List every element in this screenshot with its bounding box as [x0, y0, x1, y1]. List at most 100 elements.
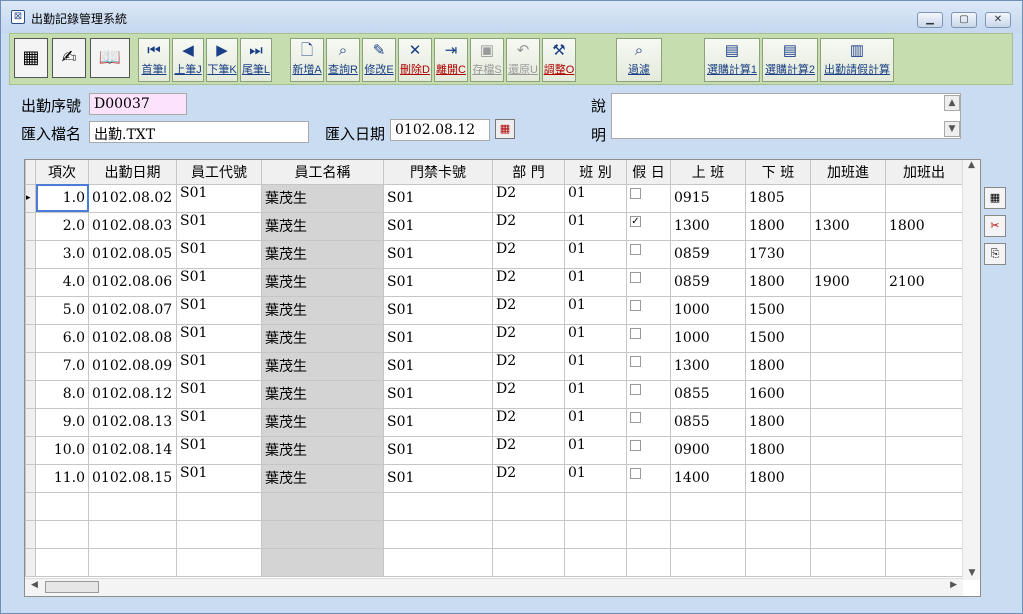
table-cell[interactable]: [885, 435, 963, 465]
table-cell[interactable]: [626, 295, 671, 325]
table-cell[interactable]: [88, 491, 177, 521]
table-cell[interactable]: S01: [176, 435, 262, 465]
table-cell[interactable]: S01: [176, 183, 262, 213]
table-cell[interactable]: [745, 547, 811, 577]
holiday-checkbox[interactable]: [630, 439, 641, 451]
row-indicator[interactable]: ▸: [25, 183, 36, 213]
table-cell[interactable]: [88, 547, 177, 577]
table-cell[interactable]: 1000: [670, 295, 746, 325]
memo-scroll-up-icon[interactable]: ▲: [944, 95, 960, 111]
table-cell[interactable]: [25, 547, 36, 577]
table-cell[interactable]: [35, 547, 89, 577]
calc-button-0[interactable]: ▤ 選購計算1: [704, 38, 760, 82]
table-cell[interactable]: [885, 463, 963, 493]
table-cell[interactable]: [626, 547, 671, 577]
table-cell[interactable]: 1730: [745, 239, 811, 269]
table-cell[interactable]: 0900: [670, 435, 746, 465]
table-cell[interactable]: S01: [383, 267, 493, 297]
edit-button-5[interactable]: ▣ 存檔S: [470, 38, 504, 82]
table-cell[interactable]: [670, 491, 746, 521]
table-cell[interactable]: [670, 519, 746, 549]
memo-scroll-down-icon[interactable]: ▼: [944, 121, 960, 137]
column-header[interactable]: 下 班: [745, 160, 811, 185]
table-cell[interactable]: D2: [492, 295, 565, 325]
table-cell[interactable]: 01: [564, 351, 627, 381]
table-cell[interactable]: S01: [176, 351, 262, 381]
table-cell[interactable]: [383, 519, 493, 549]
grid-view-icon[interactable]: ▦: [984, 187, 1006, 209]
table-cell[interactable]: [492, 491, 565, 521]
row-indicator[interactable]: [25, 211, 36, 241]
table-cell[interactable]: 01: [564, 463, 627, 493]
column-header[interactable]: 員工名稱: [261, 160, 384, 185]
table-cell[interactable]: [745, 519, 811, 549]
table-cell[interactable]: 01: [564, 239, 627, 269]
table-cell[interactable]: [810, 239, 886, 269]
row-indicator[interactable]: [25, 463, 36, 493]
close-button[interactable]: ✕: [985, 12, 1011, 28]
holiday-checkbox[interactable]: [630, 299, 641, 311]
table-cell[interactable]: [626, 239, 671, 269]
nav-button-2[interactable]: ▶ 下筆K: [206, 38, 238, 82]
table-cell[interactable]: 1300: [670, 351, 746, 381]
table-cell[interactable]: 2100: [885, 267, 963, 297]
table-cell[interactable]: 0102.08.02: [88, 183, 177, 213]
table-cell[interactable]: 葉茂生: [261, 183, 384, 213]
table-cell[interactable]: 0102.08.12: [88, 379, 177, 409]
holiday-checkbox[interactable]: [630, 411, 641, 423]
table-row[interactable]: ▸ 1.0 0102.08.02 S01 葉茂生 S01 D2 01 0915 1805: [25, 183, 963, 213]
table-cell[interactable]: [564, 519, 627, 549]
table-cell[interactable]: 0102.08.05: [88, 239, 177, 269]
table-cell[interactable]: [810, 379, 886, 409]
table-cell[interactable]: [176, 519, 262, 549]
table-cell[interactable]: S01: [176, 463, 262, 493]
table-row[interactable]: 6.0 0102.08.08 S01 葉茂生 S01 D2 01 1000 1500: [25, 323, 963, 353]
table-cell[interactable]: 0102.08.03: [88, 211, 177, 241]
table-cell[interactable]: 1800: [745, 211, 811, 241]
table-cell[interactable]: [564, 547, 627, 577]
column-header[interactable]: 門禁卡號: [383, 160, 493, 185]
table-cell[interactable]: 1300: [810, 211, 886, 241]
table-cell[interactable]: 01: [564, 211, 627, 241]
table-cell[interactable]: [35, 491, 89, 521]
file-field[interactable]: 出勤.TXT: [89, 121, 309, 143]
empty-row[interactable]: [25, 519, 963, 549]
table-cell[interactable]: [810, 491, 886, 521]
column-header[interactable]: 員工代號: [176, 160, 262, 185]
nav-button-1[interactable]: ◀ 上筆J: [172, 38, 204, 82]
table-cell[interactable]: [626, 491, 671, 521]
table-cell[interactable]: 01: [564, 379, 627, 409]
column-header[interactable]: 假 日: [626, 160, 671, 185]
table-cell[interactable]: D2: [492, 211, 565, 241]
row-indicator[interactable]: [25, 407, 36, 437]
table-cell[interactable]: [885, 239, 963, 269]
table-cell[interactable]: S01: [176, 267, 262, 297]
table-cell[interactable]: S01: [176, 295, 262, 325]
table-row[interactable]: 5.0 0102.08.07 S01 葉茂生 S01 D2 01 1000 1500: [25, 295, 963, 325]
edit-button-2[interactable]: ✎ 修改E: [362, 38, 396, 82]
holiday-checkbox[interactable]: [630, 355, 641, 367]
table-row[interactable]: 10.0 0102.08.14 S01 葉茂生 S01 D2 01 0900 1800: [25, 435, 963, 465]
table-cell[interactable]: [810, 407, 886, 437]
table-cell[interactable]: 11.0: [35, 463, 89, 493]
table-cell[interactable]: D2: [492, 351, 565, 381]
holiday-checkbox[interactable]: [630, 467, 641, 479]
calendar-grid-icon[interactable]: ▦: [14, 38, 48, 78]
table-cell[interactable]: [261, 491, 384, 521]
table-cell[interactable]: 1800: [745, 463, 811, 493]
table-cell[interactable]: S01: [176, 323, 262, 353]
table-cell[interactable]: D2: [492, 267, 565, 297]
table-cell[interactable]: 1500: [745, 295, 811, 325]
edit-button-4[interactable]: ⇥ 離開C: [434, 38, 468, 82]
table-row[interactable]: 7.0 0102.08.09 S01 葉茂生 S01 D2 01 1300 1800: [25, 351, 963, 381]
table-cell[interactable]: 01: [564, 435, 627, 465]
table-cell[interactable]: 葉茂生: [261, 407, 384, 437]
table-cell[interactable]: [176, 491, 262, 521]
table-cell[interactable]: [810, 295, 886, 325]
table-cell[interactable]: 2.0: [35, 211, 89, 241]
table-cell[interactable]: 葉茂生: [261, 463, 384, 493]
column-header[interactable]: 項次: [35, 160, 89, 185]
table-cell[interactable]: 5.0: [35, 295, 89, 325]
calc-button-2[interactable]: ▥ 出勤請假計算: [820, 38, 894, 82]
table-cell[interactable]: D2: [492, 407, 565, 437]
